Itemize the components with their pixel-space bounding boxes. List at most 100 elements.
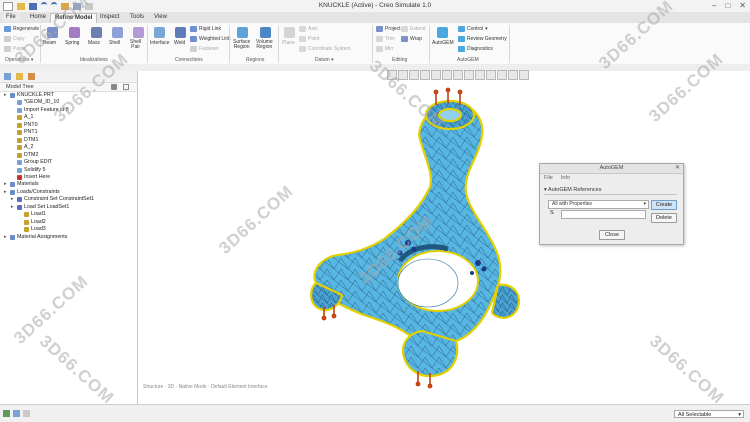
axis-button[interactable]: Axis [299, 26, 317, 32]
diagnostics-button[interactable]: Diagnostics [458, 46, 493, 52]
navigator-toggle-icon[interactable] [3, 410, 10, 417]
interface-button[interactable]: Interface [150, 40, 169, 46]
fullscreen-toggle-icon[interactable] [23, 410, 30, 417]
tree-show-icon[interactable] [123, 84, 129, 90]
minimize-icon[interactable]: – [712, 1, 716, 10]
delete-button[interactable]: Delete [651, 213, 677, 223]
fastener-button[interactable]: Fastener [190, 46, 219, 52]
maximize-icon[interactable]: □ [725, 1, 730, 10]
expand-icon[interactable]: ▸ [4, 92, 8, 99]
selection-filter[interactable]: All Selectable ▾ [674, 410, 744, 418]
tree-item[interactable]: Load2 [18, 219, 46, 226]
browser-toggle-icon[interactable] [13, 410, 20, 417]
shell-pair-icon[interactable] [133, 27, 144, 38]
repaint-icon[interactable] [420, 70, 430, 80]
tree-item[interactable]: DTM2 [11, 152, 38, 159]
tree-item[interactable]: ▸ Material Assignments [4, 234, 67, 241]
datum-display-icon[interactable] [453, 70, 463, 80]
close-button[interactable]: Close [599, 230, 625, 240]
control-button[interactable]: Control ▾ [458, 26, 488, 32]
expand-icon[interactable]: ▸ [4, 181, 8, 188]
surface-region-button[interactable]: Surface Region [233, 40, 250, 50]
mass-button[interactable]: Mass [88, 40, 100, 46]
weighted-link-button[interactable]: Weighted Link [190, 36, 231, 42]
tree-item[interactable]: A_2 [11, 144, 33, 151]
tree-item[interactable]: A_1 [11, 114, 33, 121]
tab-tools[interactable]: Tools [126, 13, 148, 22]
volume-region-button[interactable]: Volume Region [256, 40, 273, 50]
expand-icon[interactable]: ▸ [4, 234, 8, 241]
expand-icon[interactable]: ▸ [11, 204, 15, 211]
plane-icon[interactable] [284, 27, 295, 38]
weld-icon[interactable] [175, 27, 186, 38]
tree-item[interactable]: Load1 [18, 211, 46, 218]
view-manager-icon[interactable] [508, 70, 518, 80]
plane-button[interactable]: Plane [282, 40, 295, 46]
simulation-display-icon[interactable] [464, 70, 474, 80]
weld-button[interactable]: Weld [174, 40, 185, 46]
tree-item[interactable]: Solidify 5 [11, 167, 46, 174]
mirror-button[interactable]: Mirr [376, 46, 394, 52]
mass-icon[interactable] [91, 27, 102, 38]
tab-file[interactable]: File [2, 13, 20, 22]
tree-item[interactable]: ▸ KNUCKLE.PRT [4, 92, 54, 99]
favorites-tab-icon[interactable] [28, 73, 35, 80]
close-icon[interactable]: ✕ [739, 1, 746, 10]
tree-item[interactable]: ▸ Load Set LoadSet1 [11, 204, 69, 211]
regenerate-button[interactable]: Regenerate [4, 26, 39, 32]
annotation-display-icon[interactable] [486, 70, 496, 80]
tree-item-icon [24, 219, 29, 225]
model-tree-header: Model Tree [0, 83, 137, 92]
spring-button[interactable]: Spring [65, 40, 79, 46]
group-label-datum[interactable]: Datum ▾ [315, 57, 334, 63]
create-button[interactable]: Create [651, 200, 677, 210]
tree-item[interactable]: ▸ Loads/Constraints [4, 189, 60, 196]
display-filter-icon[interactable] [497, 70, 507, 80]
wrap-button[interactable]: Wrap [401, 36, 422, 42]
tree-item[interactable]: Group EDIT [11, 159, 52, 166]
expand-icon[interactable]: ▸ [4, 189, 8, 196]
extend-button[interactable]: Extend [401, 26, 426, 32]
tree-item[interactable]: *GEOM_ID_10 [11, 99, 59, 106]
copy-button[interactable]: Copy [4, 36, 25, 42]
tab-inspect[interactable]: Inspect [96, 13, 123, 22]
tree-item[interactable]: ▸ Materials [4, 181, 39, 188]
volume-region-icon[interactable] [260, 27, 271, 38]
rigid-link-button[interactable]: Rigid Link [190, 26, 221, 32]
dialog-close-icon[interactable]: ✕ [675, 164, 680, 171]
trim-button[interactable]: Trim [376, 36, 395, 42]
surface-region-icon[interactable] [237, 27, 248, 38]
tree-settings-icon[interactable] [111, 84, 117, 90]
tree-item[interactable]: PNT1 [11, 129, 38, 136]
shell-pair-button[interactable]: Shell Pair [130, 40, 141, 50]
tree-item[interactable]: PNT0 [11, 122, 38, 129]
saved-views-icon[interactable] [431, 70, 441, 80]
review-geometry-button[interactable]: Review Geometry [458, 36, 507, 42]
spring-icon[interactable] [69, 27, 80, 38]
tree-item[interactable]: Load3 [18, 226, 46, 233]
display-style-icon[interactable] [442, 70, 452, 80]
shell-icon[interactable] [112, 27, 123, 38]
references-select[interactable]: All with Properties ▾ [548, 200, 649, 209]
dialog-title-bar[interactable]: AutoGEM ✕ [540, 164, 683, 174]
coordinate-system-button[interactable]: Coordinate System [299, 46, 351, 52]
expand-icon[interactable]: ▸ [11, 196, 15, 203]
point-button[interactable]: Point [299, 36, 319, 42]
interface-icon[interactable] [154, 27, 165, 38]
selection-field[interactable] [561, 210, 646, 219]
model-tree-tab-icon[interactable] [4, 73, 11, 80]
project-button[interactable]: Project [376, 26, 401, 32]
dialog-menu-info[interactable]: Info [561, 175, 570, 181]
autogem-icon[interactable] [437, 27, 448, 38]
dialog-menu-file[interactable]: File [544, 175, 553, 181]
folder-browser-tab-icon[interactable] [16, 73, 23, 80]
shell-button[interactable]: Shell [109, 40, 120, 46]
autogem-button[interactable]: AutoGEM [432, 40, 454, 46]
tab-view[interactable]: View [150, 13, 171, 22]
tree-item[interactable]: Insert Here [11, 174, 50, 181]
tree-item[interactable]: ▸ Constraint Set ConstraintSet1 [11, 196, 94, 203]
zoom-out-icon[interactable] [409, 70, 419, 80]
perspective-icon[interactable] [519, 70, 529, 80]
spin-center-icon[interactable] [475, 70, 485, 80]
tree-item[interactable]: DTM1 [11, 137, 38, 144]
